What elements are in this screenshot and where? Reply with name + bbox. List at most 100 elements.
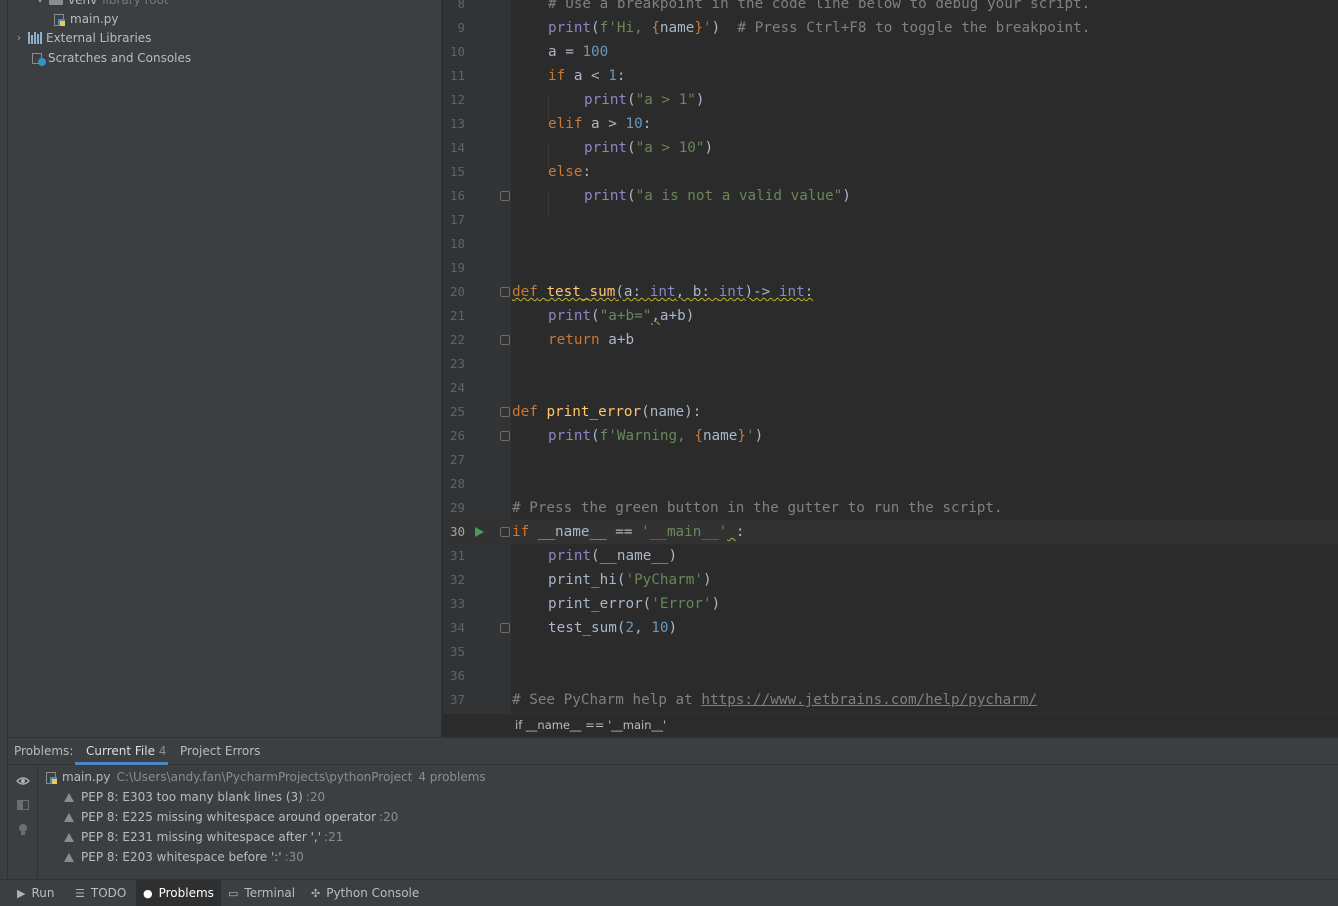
tree-item-label: main.py (70, 12, 119, 26)
code-line[interactable]: 20 def test_sum(a: int, b: int)-> int: (443, 280, 1338, 304)
problem-text: PEP 8: E225 missing whitespace around op… (81, 810, 377, 824)
code-token: 2 (625, 620, 635, 636)
code-line[interactable]: 34 test_sum(2, 10) (443, 616, 1338, 640)
problem-item[interactable]: PEP 8: E203 whitespace before ':' :30 (64, 847, 304, 867)
tree-item-external-libraries[interactable]: › External Libraries (13, 28, 152, 48)
code-line[interactable]: 10 a = 100 (443, 40, 1338, 64)
code-token: { (694, 428, 703, 444)
fold-marker-icon[interactable] (500, 527, 510, 537)
chevron-down-icon[interactable]: ▾ (34, 0, 46, 10)
code-token: : (582, 164, 592, 180)
code-line[interactable]: 24 (443, 376, 1338, 400)
code-token: f'Hi, (599, 20, 652, 36)
tree-item-main-py[interactable]: main.py (54, 9, 119, 29)
code-line[interactable]: 31 print(__name__) (443, 544, 1338, 568)
code-token: def (512, 284, 538, 300)
code-token: print (584, 188, 628, 204)
code-line[interactable]: 13 elif a > 10: (443, 112, 1338, 136)
code-line[interactable]: 12 print("a > 1") (443, 88, 1338, 112)
tool-tab-python-console[interactable]: ✣ Python Console (304, 880, 426, 906)
code-token: if (548, 68, 566, 84)
line-number: 29 (449, 500, 465, 515)
line-number: 27 (449, 452, 465, 467)
tool-tab-problems[interactable]: ● Problems (136, 880, 221, 906)
line-number: 14 (449, 140, 465, 155)
line-number: 16 (449, 188, 465, 203)
problems-tool-window: Problems: Current File 4 Project Errors … (8, 737, 1338, 880)
code-line[interactable]: 19 (443, 256, 1338, 280)
run-gutter-icon[interactable] (475, 527, 484, 537)
code-token: } (694, 20, 703, 36)
code-line[interactable]: 35 (443, 640, 1338, 664)
fold-marker-icon[interactable] (500, 431, 510, 441)
code-line[interactable]: 18 (443, 232, 1338, 256)
code-token: 1 (608, 68, 617, 84)
tree-item-scratches[interactable]: Scratches and Consoles (32, 48, 191, 68)
problems-file-row[interactable]: main.py C:\Users\andy.fan\PycharmProject… (46, 767, 486, 787)
code-line[interactable]: 26 print(f'Warning, {name}') (443, 424, 1338, 448)
code-line[interactable]: 36 (443, 664, 1338, 688)
code-token: "a > 1" (635, 92, 696, 108)
code-token: print (584, 92, 628, 108)
tool-tab-run[interactable]: ▶ Run (10, 880, 61, 906)
code-token: return (548, 332, 600, 348)
code-line[interactable]: 33 print_error('Error') (443, 592, 1338, 616)
preview-icon[interactable] (16, 798, 30, 812)
help-link[interactable]: https://www.jetbrains.com/help/pycharm/ (701, 692, 1037, 708)
code-line[interactable]: 16 print("a is not a valid value") (443, 184, 1338, 208)
code-line[interactable]: 17 (443, 208, 1338, 232)
python-icon: ✣ (311, 887, 321, 900)
code-line[interactable]: 11 if a < 1: (443, 64, 1338, 88)
tool-tab-terminal[interactable]: ▭ Terminal (221, 880, 302, 906)
fold-marker-icon[interactable] (500, 287, 510, 297)
line-number: 19 (449, 260, 465, 275)
code-line[interactable]: 23 (443, 352, 1338, 376)
problem-text: PEP 8: E231 missing whitespace after ',' (81, 830, 322, 844)
problem-item[interactable]: PEP 8: E231 missing whitespace after ','… (64, 827, 343, 847)
code-token: (name): (641, 404, 702, 420)
code-line[interactable]: 25 def print_error(name): (443, 400, 1338, 424)
line-number: 10 (449, 44, 465, 59)
fold-marker-icon[interactable] (500, 335, 510, 345)
code-line[interactable]: 14 print("a > 10") (443, 136, 1338, 160)
problem-item[interactable]: PEP 8: E225 missing whitespace around op… (64, 807, 398, 827)
code-comment: # Press the green button in the gutter t… (512, 500, 1003, 516)
code-token: "a > 10" (635, 140, 705, 156)
code-token: 10 (625, 116, 643, 132)
code-line[interactable]: 21 print("a+b=",a+b) (443, 304, 1338, 328)
breadcrumb[interactable]: if __name__ == '__main__' (515, 718, 666, 732)
tab-current-file[interactable]: Current File 4 (86, 744, 166, 758)
code-editor[interactable]: 8 # Use a breakpoint in the code line bel… (443, 0, 1338, 713)
code-line[interactable]: 22 return a+b (443, 328, 1338, 352)
problems-label: Problems: (14, 744, 74, 758)
fold-marker-icon[interactable] (500, 407, 510, 417)
fold-marker-icon[interactable] (500, 191, 510, 201)
problem-item[interactable]: PEP 8: E303 too many blank lines (3) :20 (64, 787, 325, 807)
code-line[interactable]: 15 else: (443, 160, 1338, 184)
eye-icon[interactable] (16, 774, 30, 788)
code-line[interactable]: 28 (443, 472, 1338, 496)
play-icon: ▶ (17, 887, 26, 900)
code-line[interactable]: 32 print_hi('PyCharm') (443, 568, 1338, 592)
chevron-right-icon[interactable]: › (13, 28, 25, 48)
code-line[interactable]: 9 print(f'Hi, {name}') # Press Ctrl+F8 to… (443, 16, 1338, 40)
tool-tab-todo[interactable]: ☰ TODO (68, 880, 133, 906)
python-file-icon (54, 13, 66, 26)
editor-breadcrumb-bar: if __name__ == '__main__' (443, 713, 1338, 737)
fold-marker-icon[interactable] (500, 623, 510, 633)
tab-project-errors[interactable]: Project Errors (180, 744, 260, 758)
code-line[interactable]: 29 # Press the green button in the gutter… (443, 496, 1338, 520)
code-token: ' (746, 428, 755, 444)
code-line[interactable]: 8 # Use a breakpoint in the code line bel… (443, 0, 1338, 16)
code-token: 'PyCharm' (625, 572, 703, 588)
left-tool-strip (0, 0, 8, 880)
line-number: 36 (449, 668, 465, 683)
lightbulb-icon[interactable] (16, 822, 30, 836)
code-line[interactable]: 37 # See PyCharm help at https://www.jetb… (443, 688, 1338, 712)
code-comment: # Use a breakpoint in the code line belo… (548, 0, 1091, 12)
code-token: print (548, 308, 592, 324)
active-tab-indicator (75, 762, 168, 765)
code-line-current[interactable]: 30 if __name__ == '__main__' : (443, 520, 1338, 544)
code-line[interactable]: 27 (443, 448, 1338, 472)
code-token: test_sum (546, 284, 616, 300)
